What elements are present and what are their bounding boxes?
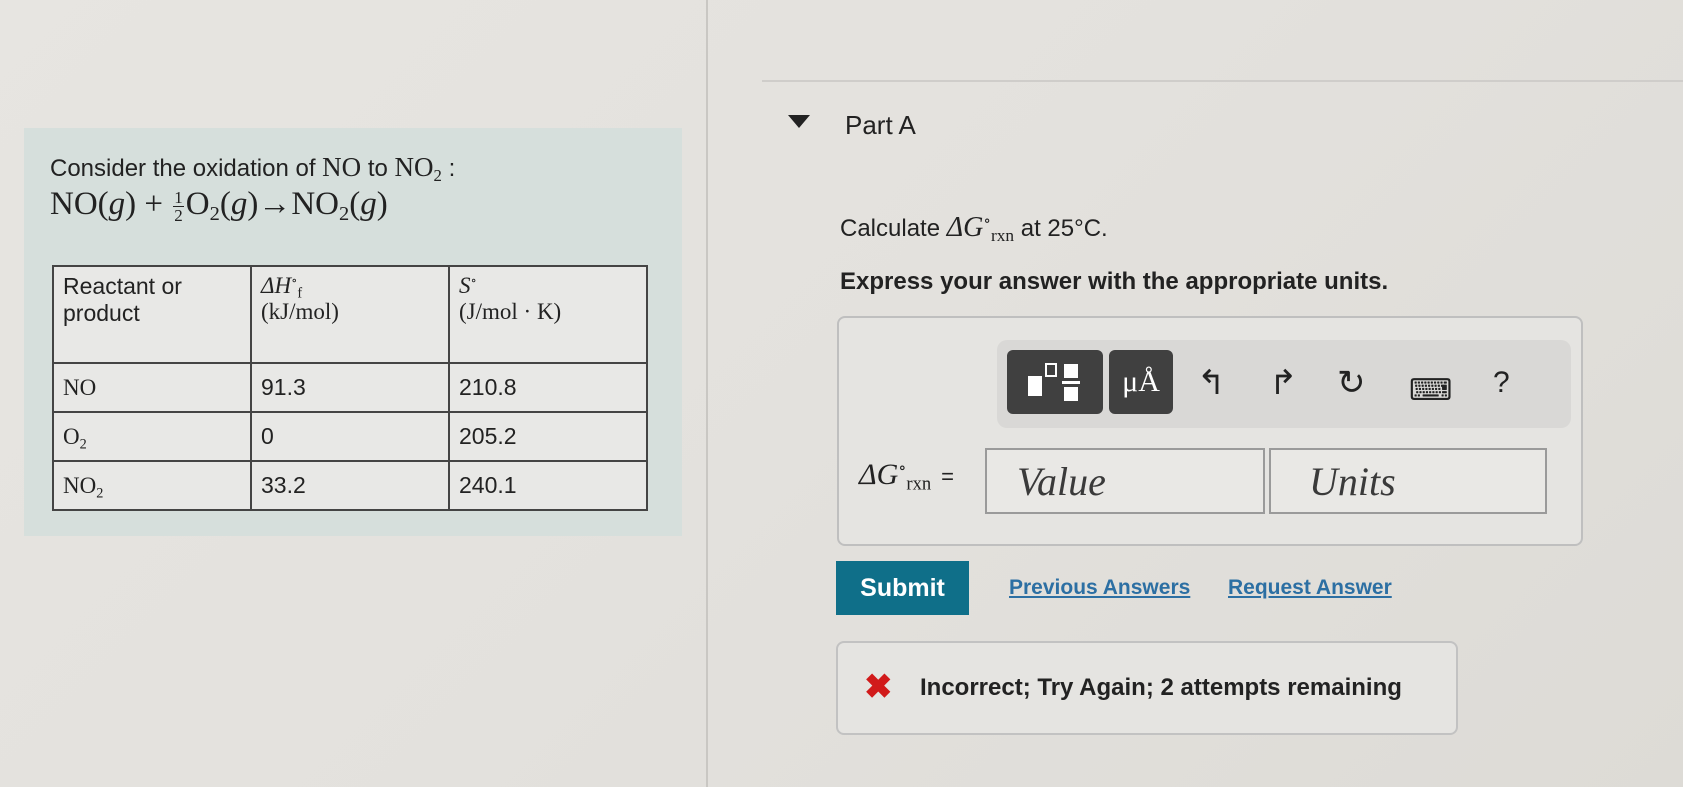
eq-state: g <box>360 186 377 222</box>
undo-icon[interactable]: ↰ <box>1197 366 1226 400</box>
species-name: NO <box>63 374 97 400</box>
request-answer-link[interactable]: Request Answer <box>1228 576 1392 600</box>
frac-den: 2 <box>174 205 183 225</box>
instruction-text: Express your answer with the appropriate… <box>840 268 1389 295</box>
answer-label: ΔG∘rxn = <box>859 458 955 495</box>
problem-intro: Consider the oxidation of NO to NO2 : <box>50 152 456 186</box>
eq-paren: ) <box>376 186 388 222</box>
enthalpy-symbol: ΔH <box>261 273 292 298</box>
frac-num: 1 <box>173 187 184 207</box>
eq-sub: 2 <box>209 203 220 226</box>
eq-state: g <box>108 186 126 222</box>
answer-symbol: ΔG <box>859 458 899 491</box>
intro-reactant: NO <box>322 152 362 182</box>
reaction-equation: NO(g) + 1 2 O2(g)→NO2(g) <box>50 186 388 226</box>
reset-icon[interactable]: ↻ <box>1337 366 1366 400</box>
part-title[interactable]: Part A <box>845 110 916 141</box>
column-divider <box>706 0 708 787</box>
feedback-box: ✖ Incorrect; Try Again; 2 attempts remai… <box>836 641 1458 735</box>
answer-equals: = <box>941 464 955 489</box>
question-sup: ∘ <box>983 212 991 230</box>
feedback-text: Incorrect; Try Again; 2 attempts remaini… <box>920 674 1402 701</box>
header-species-label: Reactant or product <box>63 273 182 326</box>
entropy-value: 210.8 <box>448 362 648 413</box>
question-symbol: ΔG <box>946 212 984 243</box>
table-header-row: Reactant or product ΔH∘f (kJ/mol) S∘ (J/… <box>52 265 648 364</box>
question-text: Calculate ΔG∘rxn at 25°C. <box>840 212 1108 244</box>
eq-arrow: → <box>258 186 292 222</box>
question-prefix: Calculate <box>840 215 947 242</box>
species-cell: NO2 <box>52 460 252 511</box>
intro-text: Consider the oxidation of <box>50 155 323 182</box>
header-enthalpy: ΔH∘f (kJ/mol) <box>250 265 450 364</box>
enthalpy-value: 0 <box>250 411 450 462</box>
keyboard-icon[interactable]: ⌨ <box>1409 374 1452 408</box>
eq-fraction: 12 <box>173 189 184 224</box>
question-sub: rxn <box>990 226 1015 246</box>
eq-no2: NO <box>291 186 340 222</box>
intro-text-mid: to <box>361 155 395 182</box>
eq-o: O <box>185 186 210 222</box>
table-row: NO2 33.2 240.1 <box>52 460 648 511</box>
enthalpy-value: 91.3 <box>250 362 450 413</box>
eq-paren: ) <box>125 186 137 222</box>
incorrect-x-icon: ✖ <box>864 668 893 706</box>
eq-paren: ) <box>247 186 259 222</box>
header-species: Reactant or product <box>52 265 252 364</box>
table-row: O2 0 205.2 <box>52 411 648 462</box>
question-suffix: at 25°C. <box>1014 215 1108 242</box>
entropy-unit: (J/mol · K) <box>459 299 562 324</box>
species-cell: NO <box>52 362 252 413</box>
eq-state: g <box>230 186 248 222</box>
answer-sub: rxn <box>906 473 932 495</box>
species-name: O <box>63 423 80 449</box>
entropy-value: 205.2 <box>448 411 648 462</box>
units-button[interactable]: μÅ <box>1109 350 1173 414</box>
eq-sub: 2 <box>339 203 350 226</box>
problem-panel: Consider the oxidation of NO to NO2 : NO… <box>24 128 682 536</box>
eq-plus: + <box>136 186 172 222</box>
answer-box: μÅ ↰ ↱ ↻ ⌨ ? ΔG∘rxn = <box>837 316 1583 546</box>
collapse-triangle-icon[interactable] <box>788 115 810 128</box>
help-icon[interactable]: ? <box>1493 366 1510 400</box>
redo-icon[interactable]: ↱ <box>1269 366 1298 400</box>
header-entropy: S∘ (J/mol · K) <box>448 265 648 364</box>
entropy-sup: ∘ <box>470 273 477 288</box>
thermo-data-table: Reactant or product ΔH∘f (kJ/mol) S∘ (J/… <box>52 265 648 511</box>
part-divider <box>762 80 1683 82</box>
intro-product: NO <box>394 152 434 182</box>
species-sub: 2 <box>96 484 104 501</box>
species-cell: O2 <box>52 411 252 462</box>
templates-icon <box>1028 363 1080 401</box>
intro-colon: : <box>441 155 456 182</box>
templates-button[interactable] <box>1007 350 1103 414</box>
previous-answers-link[interactable]: Previous Answers <box>1009 576 1190 600</box>
species-name: NO <box>63 472 97 498</box>
units-input[interactable] <box>1269 448 1547 514</box>
enthalpy-value: 33.2 <box>250 460 450 511</box>
math-toolbar: μÅ ↰ ↱ ↻ ⌨ ? <box>997 340 1571 428</box>
entropy-symbol: S <box>459 273 471 298</box>
enthalpy-unit: (kJ/mol) <box>261 299 339 324</box>
value-input[interactable] <box>985 448 1265 514</box>
submit-button[interactable]: Submit <box>836 561 969 615</box>
entropy-value: 240.1 <box>448 460 648 511</box>
intro-product-sub: 2 <box>433 166 442 186</box>
table-row: NO 91.3 210.8 <box>52 362 648 413</box>
eq-no: NO( <box>50 186 109 222</box>
species-sub: 2 <box>79 435 87 452</box>
